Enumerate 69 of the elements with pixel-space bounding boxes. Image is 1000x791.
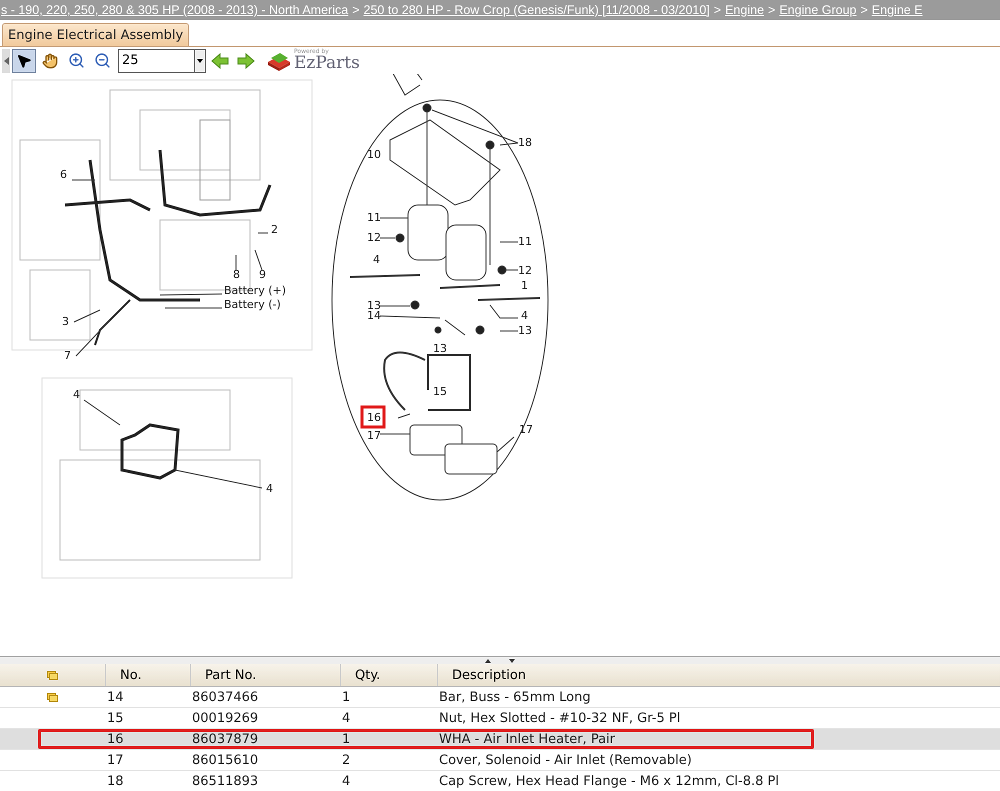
note-icon	[47, 670, 58, 680]
tab[interactable]: Engine Electrical Assembly	[2, 23, 190, 46]
table-cell-text: 86015610	[191, 752, 260, 770]
table-cell-text: 86511893	[191, 772, 260, 790]
callout-label: 12	[367, 231, 381, 244]
table-cell-text: 86037879	[191, 730, 260, 748]
pointer-icon	[16, 52, 32, 68]
column-header[interactable]: Qty.	[340, 664, 437, 686]
callout-label: Battery (-)	[224, 298, 281, 311]
collapse-handle[interactable]	[2, 48, 10, 72]
table-cell-text: 1	[341, 688, 352, 706]
callout-label: 4	[373, 253, 380, 266]
callout-label: 2	[271, 223, 278, 236]
column-header[interactable]: Part No.	[190, 664, 340, 686]
callout-label: 4	[73, 388, 80, 401]
table-row[interactable]: 16 86037879 1 WHA - Air Inlet Heater, Pair	[0, 729, 1000, 750]
zoom-field[interactable]: 25	[118, 48, 194, 72]
callout-label: 9	[259, 268, 266, 281]
zoom-out-icon	[94, 52, 110, 69]
column-header[interactable]: No.	[105, 664, 190, 686]
table-cell-text: 14	[106, 688, 125, 706]
callout-label: 18	[518, 136, 532, 149]
callout-label: 13	[518, 324, 532, 337]
callout-label: 6	[60, 168, 67, 181]
left-arrow-icon	[211, 52, 229, 68]
breadcrumb-separator: >	[768, 3, 776, 17]
callout-label: 13	[367, 299, 381, 312]
table-cell-text: Bar, Buss - 65mm Long	[438, 688, 592, 706]
table-cell-text: 15	[106, 710, 125, 728]
right-arrow-icon	[237, 52, 255, 68]
callout-label: 8	[233, 268, 240, 281]
callout-label: 13	[433, 342, 447, 355]
table-cell-text: Nut, Hex Slotted - #10-32 NF, Gr-5 Pl	[438, 710, 682, 728]
callout-label: 17	[367, 429, 381, 442]
callout-label: 11	[518, 235, 532, 248]
table-cell-text: 4	[341, 710, 352, 728]
breadcrumb-separator: >	[860, 3, 868, 17]
pointer-button[interactable]	[12, 48, 36, 72]
table-cell-text: 86037466	[191, 688, 260, 706]
table-cell-text: 18	[106, 772, 125, 790]
callout-label: 3	[62, 315, 69, 328]
breadcrumb-separator: >	[352, 3, 360, 17]
callout-label: Battery (+)	[224, 284, 286, 297]
table-cell-text: 17	[106, 752, 125, 770]
column-header[interactable]: Description	[437, 664, 1000, 686]
callout-label: 11	[367, 211, 381, 224]
table-cell-text: 16	[106, 730, 125, 748]
callout-label: 12	[518, 264, 532, 277]
zoom-in-icon	[68, 52, 84, 69]
table-cell-text: 2	[341, 752, 352, 770]
caret-icon	[197, 58, 203, 62]
table-cell-text: 4	[341, 772, 352, 790]
table-cell-text: 00019269	[191, 710, 260, 728]
breadcrumb-separator: >	[714, 3, 722, 17]
table-cell-text: Cover, Solenoid - Air Inlet (Removable)	[438, 752, 693, 770]
table-cell-text: 1	[341, 730, 352, 748]
logo-text: EzParts	[294, 55, 360, 72]
dropdown-button[interactable]	[194, 48, 206, 72]
hand-icon	[42, 52, 58, 68]
callout-label: 1	[521, 279, 528, 292]
callout-label: 15	[433, 385, 447, 398]
callout-label: 7	[64, 349, 71, 362]
callout-label: 4	[266, 482, 273, 495]
callout-label: 10	[367, 148, 381, 161]
callout-label: 4	[521, 309, 528, 322]
callout-label: 14	[367, 309, 381, 322]
callout-label: 16	[367, 411, 381, 424]
table-cell-text: Cap Screw, Hex Head Flange - M6 x 12mm, Cl-8.8 Pl	[438, 772, 780, 790]
table-cell-text: WHA - Air Inlet Heater, Pair	[438, 730, 616, 748]
